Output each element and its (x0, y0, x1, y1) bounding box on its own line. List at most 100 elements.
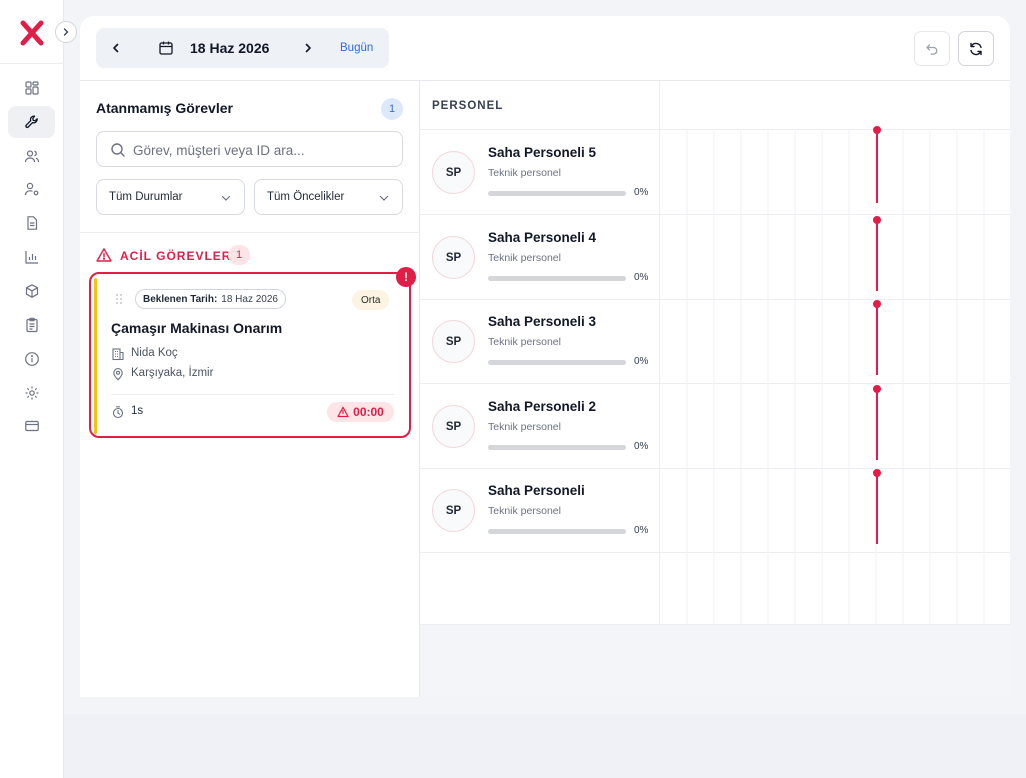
next-day-button[interactable] (298, 38, 318, 58)
sidebar-item-inventory[interactable] (8, 275, 55, 307)
wrench-icon (24, 115, 38, 129)
sla-timer-badge: 00:00 (327, 402, 394, 422)
refresh-button[interactable] (958, 31, 994, 66)
staff-role: Teknik personel (488, 421, 561, 433)
priority-badge: Orta (352, 290, 390, 310)
stopwatch-icon (112, 406, 124, 419)
chevron-right-icon (305, 43, 311, 53)
footer-band (64, 714, 1026, 778)
sidebar-item-customers[interactable] (8, 140, 55, 172)
calendar-icon[interactable] (158, 40, 174, 56)
avatar: SP (432, 236, 475, 279)
staff-name: Saha Personeli 4 (488, 230, 597, 245)
users-icon (24, 150, 39, 163)
alert-badge: ! (396, 267, 416, 287)
sidebar-item-service[interactable] (8, 106, 55, 138)
sidebar-item-billing[interactable] (8, 410, 55, 442)
clipboard-icon (25, 317, 38, 333)
priority-filter-value: Tüm Öncelikler (267, 191, 345, 203)
avatar: SP (432, 151, 475, 194)
customer-name: Nida Koç (131, 347, 178, 359)
urgent-count-badge: 1 (228, 245, 250, 265)
workload-bar (488, 529, 626, 534)
workload-bar (488, 360, 626, 365)
sla-timer-value: 00:00 (353, 405, 384, 419)
today-link[interactable]: Bugün (340, 42, 373, 54)
search-icon (111, 143, 125, 157)
current-time-line (876, 130, 878, 203)
expected-date-badge: Beklenen Tarih: 18 Haz 2026 (135, 289, 286, 309)
dispatch-board: 18 Haz 2026 Bugün Atanmamış Görevler 1 T… (80, 16, 1010, 697)
timeline-grid (686, 130, 985, 625)
staff-role: Teknik personel (488, 505, 561, 517)
sidebar-item-dashboard[interactable] (8, 72, 55, 104)
package-icon (25, 284, 38, 298)
map-pin-icon (113, 368, 123, 381)
warning-icon (337, 406, 349, 418)
panel-title: Atanmamış Görevler (96, 100, 233, 116)
staff-row[interactable]: SP Saha Personeli 3 Teknik personel 0% (420, 299, 660, 384)
task-title: Çamaşır Makinası Onarım (111, 320, 283, 336)
location-text: Karşıyaka, İzmir (131, 367, 214, 379)
task-search[interactable] (96, 131, 403, 167)
sidebar-item-settings[interactable] (8, 377, 55, 409)
staff-row[interactable]: SP Saha Personeli 2 Teknik personel 0% (420, 384, 660, 469)
current-time-line (876, 388, 878, 460)
sidebar-item-tasks[interactable] (8, 309, 55, 341)
building-icon (112, 348, 124, 361)
avatar: SP (432, 405, 475, 448)
workload-bar (488, 276, 626, 281)
credit-card-icon (24, 420, 39, 432)
staff-name: Saha Personeli (488, 483, 585, 498)
search-input[interactable] (133, 140, 393, 160)
urgent-label: ACİL GÖREVLER (120, 249, 232, 263)
dashboard-icon (24, 81, 39, 95)
empty-staff-cell (420, 553, 660, 625)
date-navigator: 18 Haz 2026 Bugün (96, 28, 389, 68)
unassigned-tasks-panel: Atanmamış Görevler 1 Tüm Durumlar Tüm Ön… (80, 81, 420, 697)
panel-divider (80, 232, 420, 233)
sidebar-item-documents[interactable] (8, 207, 55, 239)
workload-percent: 0% (634, 356, 649, 367)
workload-percent: 0% (634, 525, 649, 536)
user-settings-icon (24, 182, 38, 196)
staff-row[interactable]: SP Saha Personeli 4 Teknik personel 0% (420, 215, 660, 300)
expected-date-label: Beklenen Tarih: (143, 293, 218, 305)
x-logo-icon[interactable] (18, 19, 46, 47)
staff-role: Teknik personel (488, 336, 561, 348)
warning-icon (96, 248, 112, 262)
sidebar-item-reports[interactable] (8, 241, 55, 273)
sidebar-item-info[interactable] (8, 343, 55, 375)
sidebar-item-staff[interactable] (8, 173, 55, 205)
staff-name: Saha Personeli 3 (488, 314, 597, 329)
undo-icon (926, 43, 938, 55)
staff-name: Saha Personeli 2 (488, 399, 597, 414)
priority-filter-select[interactable]: Tüm Öncelikler (254, 179, 403, 215)
task-divider (111, 394, 395, 395)
unassigned-count-badge: 1 (381, 98, 403, 120)
current-time-line (876, 472, 878, 544)
priority-stripe (94, 278, 97, 434)
duration-text: 1s (131, 405, 144, 417)
staff-row[interactable]: SP Saha Personeli 5 Teknik personel 0% (420, 130, 660, 215)
status-filter-select[interactable]: Tüm Durumlar (96, 179, 245, 215)
workload-percent: 0% (634, 441, 649, 452)
workload-bar (488, 445, 626, 450)
previous-day-button[interactable] (106, 38, 126, 58)
workload-percent: 0% (634, 187, 649, 198)
bar-chart-icon (24, 251, 38, 264)
current-time-line (876, 219, 878, 291)
chevron-left-icon (113, 43, 119, 53)
gear-icon (25, 386, 38, 400)
undo-button[interactable] (914, 31, 950, 66)
staff-role: Teknik personel (488, 167, 561, 179)
staff-row[interactable]: SP Saha Personeli Teknik personel 0% (420, 468, 660, 553)
task-card[interactable]: ! Beklenen Tarih: 18 Haz 2026 Orta Çamaş… (89, 267, 416, 438)
current-time-line (876, 303, 878, 375)
avatar: SP (432, 320, 475, 363)
sidebar-collapse-button[interactable] (55, 21, 77, 43)
drag-handle-icon[interactable] (115, 293, 123, 305)
current-date[interactable]: 18 Haz 2026 (190, 40, 269, 56)
personnel-column-header: PERSONEL (420, 81, 660, 130)
status-filter-value: Tüm Durumlar (109, 191, 183, 203)
